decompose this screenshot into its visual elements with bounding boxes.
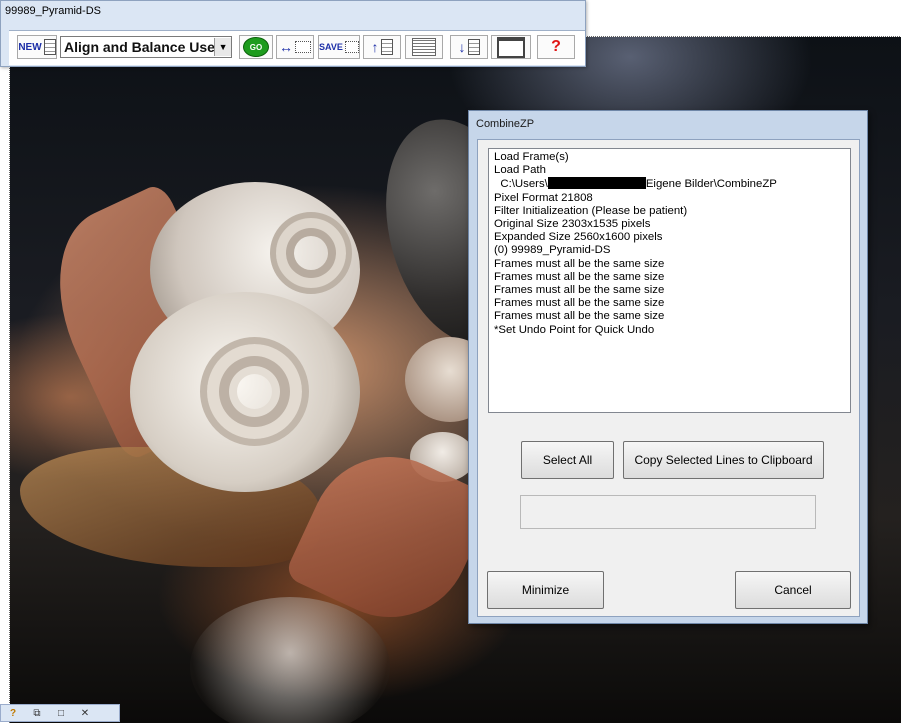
log-line[interactable]: Frames must all be the same size xyxy=(494,310,845,323)
save-button-label: SAVE xyxy=(319,42,343,52)
close-icon[interactable]: ✕ xyxy=(77,707,93,720)
log-line[interactable]: Load Frame(s) xyxy=(494,151,845,164)
log-listbox[interactable]: Load Frame(s) Load Path C:\Users\ Eigene … xyxy=(488,148,851,413)
copy-to-clipboard-button[interactable]: Copy Selected Lines to Clipboard xyxy=(623,441,824,479)
question-mark-icon: ? xyxy=(551,38,561,55)
progress-bar xyxy=(520,495,816,529)
log-line[interactable]: Frames must all be the same size xyxy=(494,297,845,310)
help-icon[interactable]: ? xyxy=(5,707,21,720)
help-button[interactable]: ? xyxy=(537,35,575,59)
log-line[interactable]: Frames must all be the same size xyxy=(494,271,845,284)
window-icon xyxy=(497,36,525,58)
swap-frames-button[interactable]: ↔ xyxy=(276,35,314,59)
swap-arrows-icon: ↔ xyxy=(279,39,293,55)
document-icon xyxy=(467,39,480,55)
go-icon: GO xyxy=(243,37,269,57)
chevron-down-icon[interactable]: ▼ xyxy=(214,38,231,56)
select-all-button[interactable]: Select All xyxy=(521,441,614,479)
log-line[interactable]: Original Size 2303x1535 pixels xyxy=(494,218,845,231)
arrow-down-icon: ↓ xyxy=(458,39,466,55)
list-icon xyxy=(412,38,436,56)
mdi-controls: ? ⧉ □ ✕ xyxy=(0,704,120,722)
window-button[interactable] xyxy=(491,35,531,59)
toolbar-window-title: 99989_Pyramid-DS xyxy=(5,5,101,17)
shell-reflection xyxy=(190,597,390,723)
move-down-button[interactable]: ↓ xyxy=(450,35,488,59)
redacted-username xyxy=(547,177,646,190)
minimize-button[interactable]: Minimize xyxy=(487,571,604,609)
log-line[interactable]: Filter Initializeation (Please be patien… xyxy=(494,205,845,218)
snail-shell xyxy=(130,292,360,492)
new-button-label: NEW xyxy=(18,41,42,53)
move-up-button[interactable]: ↑ xyxy=(363,35,401,59)
document-icon xyxy=(380,39,393,55)
path-suffix: Eigene Bilder\CombineZP xyxy=(645,178,777,191)
frame-list-button[interactable] xyxy=(405,35,443,59)
arrow-up-icon: ↑ xyxy=(371,39,379,55)
dialog-client-area: Load Frame(s) Load Path C:\Users\ Eigene … xyxy=(477,139,860,617)
dialog-title: CombineZP xyxy=(476,118,535,130)
macro-select-value: Align and Balance Used Frames xyxy=(64,39,215,55)
save-button[interactable]: SAVE xyxy=(318,35,360,59)
path-prefix: C:\Users\ xyxy=(500,178,548,191)
go-button[interactable]: GO xyxy=(239,35,273,59)
macro-select[interactable]: Align and Balance Used Frames ▼ xyxy=(60,36,232,58)
log-line[interactable]: Load Path xyxy=(494,164,845,177)
combinezp-dialog: CombineZP Load Frame(s) Load Path C:\Use… xyxy=(468,110,868,624)
maximize-icon[interactable]: □ xyxy=(53,707,69,720)
log-line-path[interactable]: C:\Users\ Eigene Bilder\CombineZP xyxy=(494,177,845,191)
log-line[interactable]: (0) 99989_Pyramid-DS xyxy=(494,244,845,257)
frame-icon xyxy=(295,41,311,53)
frame-icon xyxy=(344,41,359,53)
log-line[interactable]: Frames must all be the same size xyxy=(494,284,845,297)
log-line[interactable]: Expanded Size 2560x1600 pixels xyxy=(494,231,845,244)
document-icon xyxy=(43,39,56,55)
log-line[interactable]: Pixel Format 21808 xyxy=(494,192,845,205)
log-line[interactable]: Frames must all be the same size xyxy=(494,258,845,271)
cancel-button[interactable]: Cancel xyxy=(735,571,851,609)
restore-icon[interactable]: ⧉ xyxy=(29,707,45,720)
log-line[interactable]: *Set Undo Point for Quick Undo xyxy=(494,324,845,337)
new-button[interactable]: NEW xyxy=(17,35,57,59)
